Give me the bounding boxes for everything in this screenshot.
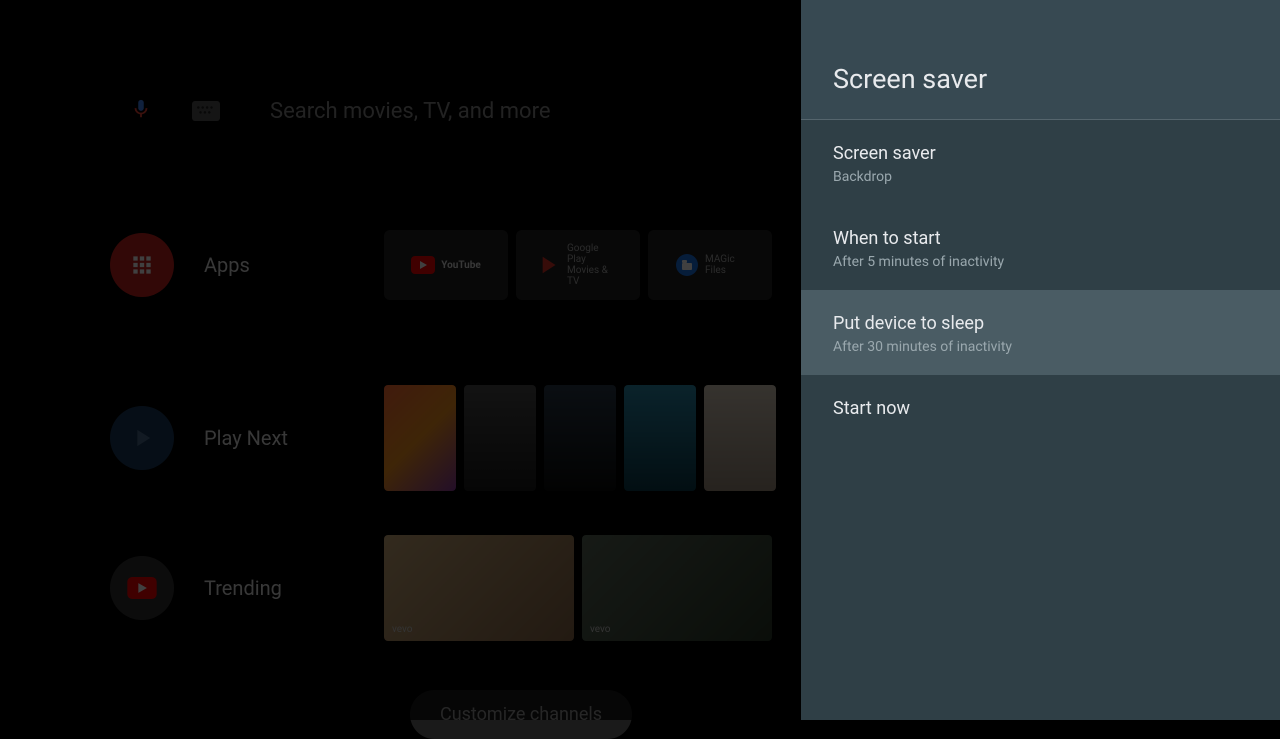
panel-header: Screen saver bbox=[801, 0, 1280, 120]
setting-screen-saver[interactable]: Screen saver Backdrop bbox=[801, 120, 1280, 205]
panel-title: Screen saver bbox=[833, 63, 987, 95]
settings-panel: Screen saver Screen saver Backdrop When … bbox=[801, 0, 1280, 720]
setting-start-now[interactable]: Start now bbox=[801, 375, 1280, 442]
setting-when-to-start[interactable]: When to start After 5 minutes of inactiv… bbox=[801, 205, 1280, 290]
setting-put-device-to-sleep[interactable]: Put device to sleep After 30 minutes of … bbox=[801, 290, 1280, 375]
